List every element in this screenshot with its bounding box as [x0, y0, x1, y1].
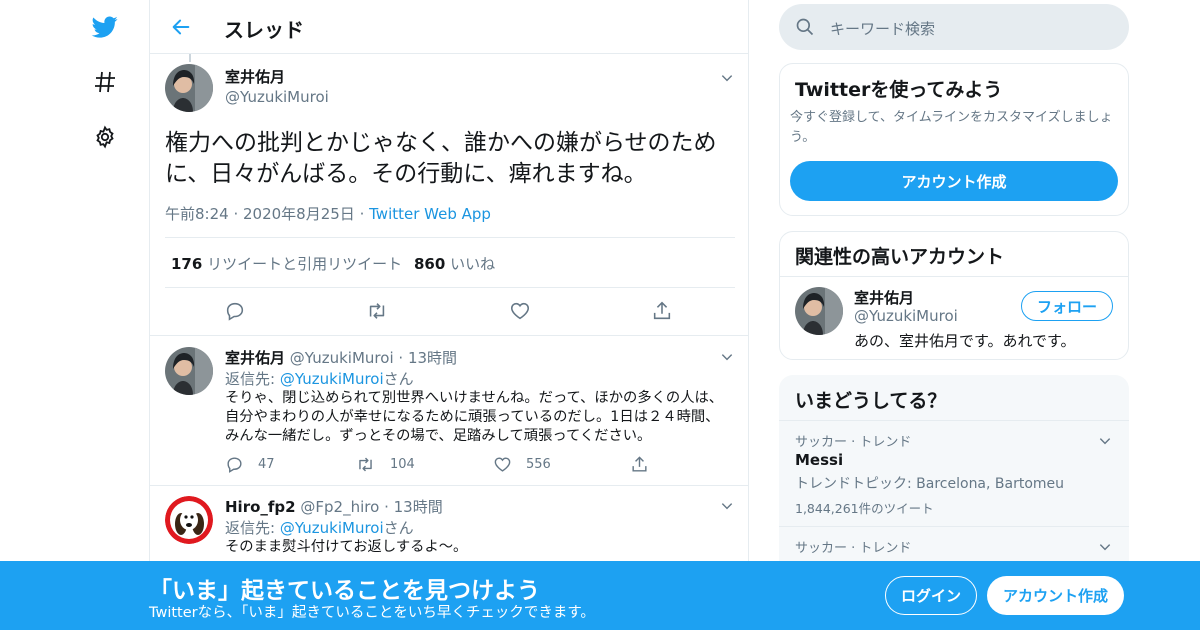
banner-subline: Twitterなら、「いま」起きていることをいち早くチェックできます。 [149, 605, 595, 621]
login-button[interactable]: ログイン [885, 576, 977, 615]
avatar[interactable] [165, 347, 213, 395]
banner-headline: 「いま」起きていることを見つけよう [149, 578, 540, 604]
retweet-label: リツイートと引用リツイート [207, 255, 403, 273]
signup-card: Twitterを使ってみよう 今すぐ登録して、タイムラインをカスタマイズしましょ… [779, 63, 1129, 216]
focus-tweet: 室井佑月 @YuzukiMuroi 権力への批判とかじゃなく、誰かへの嫌がらせの… [150, 54, 748, 336]
tweet-date[interactable]: 2020年8月25日 [243, 205, 355, 223]
share-icon[interactable] [651, 300, 675, 324]
author-name[interactable]: 室井佑月 [225, 66, 285, 87]
like-count: 556 [526, 457, 551, 472]
trend-item[interactable]: サッカー · トレンド Messi トレンドトピック: Barcelona, B… [779, 420, 1129, 526]
heart-icon[interactable] [509, 300, 533, 324]
related-bio: あの、室井佑月です。あれです。 [854, 332, 1076, 350]
chevron-down-icon[interactable] [1098, 433, 1114, 449]
back-arrow-icon[interactable] [166, 12, 196, 42]
related-handle[interactable]: @YuzukiMuroi [854, 307, 958, 325]
retweet-stat[interactable]: 176 リツイートと引用リツイート [171, 253, 402, 274]
signup-card-title: Twitterを使ってみよう [795, 79, 1003, 101]
twitter-logo-icon[interactable] [90, 12, 120, 42]
reply-tweet[interactable]: Hiro_fp2 @Fp2_hiro · 13時間 返信先: @YuzukiMu… [150, 486, 748, 566]
retweet-count: 176 [171, 255, 203, 273]
page: スレッド 室井佑月 @YuzukiMuroi 権力への批判とかじゃなく、誰かへの… [0, 0, 1200, 630]
search-input[interactable]: キーワード検索 [830, 18, 935, 39]
header: スレッド [150, 0, 748, 54]
avatar[interactable] [165, 496, 213, 544]
reply-actions: 47 104 556 [225, 455, 730, 477]
tweet-text: 権力への批判とかじゃなく、誰かへの嫌がらせのために、日々がんばる。その行動に、痺… [165, 130, 717, 187]
chevron-down-icon[interactable] [1098, 539, 1114, 555]
reply-to-prefix: 返信先: [225, 519, 280, 537]
trend-category: サッカー · トレンド [795, 541, 912, 556]
signup-banner: 「いま」起きていることを見つけよう Twitterなら、「いま」起きていることを… [0, 561, 1200, 630]
retweet-action[interactable]: 104 [355, 455, 415, 474]
like-label: いいね [450, 255, 496, 273]
reply-text: そりゃ、閉じ込められて別世界へいけませんね。だって、ほかの多くの人は、自分やまわ… [225, 390, 724, 444]
gear-icon[interactable] [90, 122, 120, 152]
retweet-icon[interactable] [365, 300, 389, 324]
avatar[interactable] [165, 64, 213, 112]
reply-to-line: 返信先: @YuzukiMuroiさん [225, 368, 414, 389]
tweet-meta: 午前8:24 · 2020年8月25日 · Twitter Web App [165, 205, 491, 223]
retweet-count: 104 [390, 457, 415, 472]
chevron-down-icon[interactable] [720, 70, 736, 86]
reply-to-prefix: 返信先: [225, 370, 280, 388]
like-action[interactable]: 556 [493, 455, 551, 474]
hashtag-icon[interactable] [90, 67, 120, 97]
reply-icon [227, 457, 242, 473]
create-account-button[interactable]: アカウント作成 [790, 161, 1118, 201]
banner-create-account-button[interactable]: アカウント作成 [987, 576, 1124, 615]
trend-count: 1,844,261件のツイート [795, 501, 934, 516]
trend-name: Messi [795, 451, 844, 469]
reply-to-line: 返信先: @YuzukiMuroiさん [225, 517, 414, 538]
trends-title: いまどうしてる？ [795, 390, 947, 412]
reply-author-name[interactable]: Hiro_fp2 [225, 498, 296, 516]
trend-topics: トレンドトピック: Barcelona, Bartomeu [795, 476, 1065, 492]
reply-header: 室井佑月 @YuzukiMuroi · 13時間 [225, 349, 458, 367]
reply-action[interactable]: 47 [225, 455, 275, 474]
page-title: スレッド [224, 18, 304, 42]
chevron-down-icon[interactable] [720, 498, 736, 514]
related-accounts-card: 関連性の高いアカウント 室井佑月 @YuzukiMuroi あの、室井佑月です。… [779, 231, 1129, 360]
tweet-stats: 176 リツイートと引用リツイート 860 いいね [165, 237, 735, 288]
signup-card-desc: 今すぐ登録して、タイムラインをカスタマイズしましょう。 [790, 110, 1113, 145]
main-column: スレッド 室井佑月 @YuzukiMuroi 権力への批判とかじゃなく、誰かへの… [149, 0, 749, 630]
reply-time[interactable]: 13時間 [394, 498, 443, 516]
reply-count: 47 [258, 457, 275, 472]
share-icon[interactable] [630, 455, 663, 474]
tweet-time[interactable]: 午前8:24 [165, 205, 229, 223]
reply-to-suffix: さん [383, 519, 414, 537]
like-stat[interactable]: 860 いいね [414, 253, 495, 274]
heart-icon [494, 457, 511, 472]
reply-icon[interactable] [224, 300, 248, 324]
reply-author-handle[interactable]: @Fp2_hiro [300, 498, 379, 516]
search-bar[interactable]: キーワード検索 [779, 4, 1129, 50]
avatar[interactable] [795, 287, 843, 335]
reply-author-name[interactable]: 室井佑月 [225, 349, 285, 367]
trends-panel: いまどうしてる？ サッカー · トレンド Messi トレンドトピック: Bar… [779, 375, 1129, 575]
trend-category: サッカー · トレンド [795, 435, 912, 450]
reply-header: Hiro_fp2 @Fp2_hiro · 13時間 [225, 498, 443, 516]
reply-author-handle[interactable]: @YuzukiMuroi [290, 349, 394, 367]
retweet-icon [359, 457, 372, 472]
reply-to-mention[interactable]: @YuzukiMuroi [280, 370, 384, 388]
reply-tweet[interactable]: 室井佑月 @YuzukiMuroi · 13時間 返信先: @YuzukiMur… [150, 337, 748, 486]
like-count: 860 [414, 255, 446, 273]
search-icon [795, 17, 815, 41]
reply-to-suffix: さん [383, 370, 414, 388]
author-handle[interactable]: @YuzukiMuroi [225, 88, 329, 106]
tweet-source[interactable]: Twitter Web App [369, 205, 491, 223]
related-card-title: 関連性の高いアカウント [795, 246, 1005, 268]
follow-button[interactable]: フォロー [1021, 291, 1113, 321]
chevron-down-icon[interactable] [720, 349, 736, 365]
tweet-actions [165, 298, 735, 326]
left-nav [80, 0, 130, 630]
related-name[interactable]: 室井佑月 [854, 287, 914, 308]
reply-to-mention[interactable]: @YuzukiMuroi [280, 519, 384, 537]
divider [780, 276, 1128, 277]
reply-text: そのまま熨斗付けてお返しするよ〜。 [225, 539, 468, 555]
reply-time[interactable]: 13時間 [408, 349, 457, 367]
